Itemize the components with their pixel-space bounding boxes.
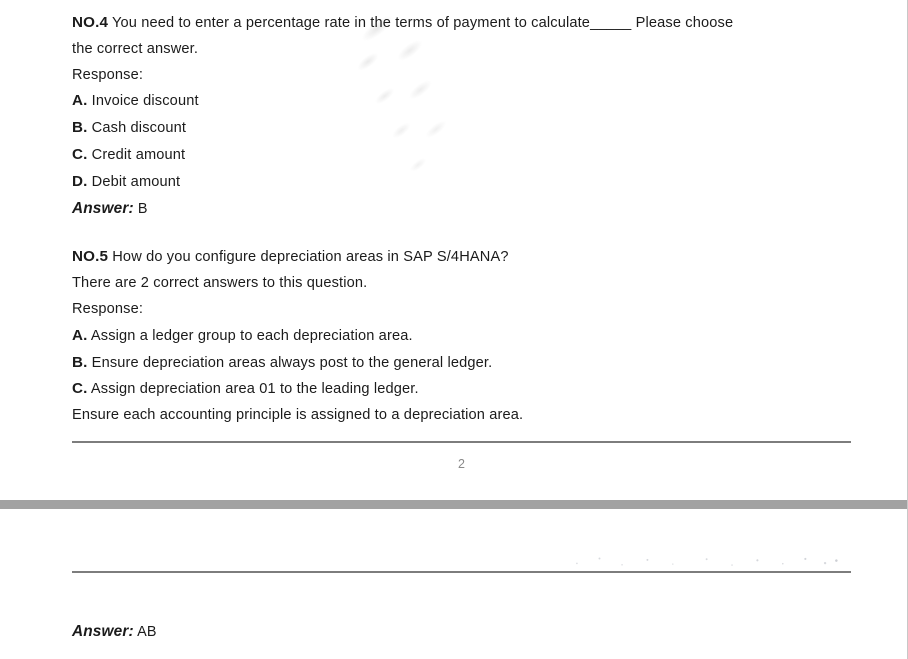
question-block: NO.5 How do you configure depreciation a… [72,244,843,429]
page-footer: 2 [72,440,851,471]
option-text: Invoice discount [87,93,199,110]
question-number: NO.4 [72,14,109,31]
option-text: Credit amount [87,146,186,163]
page-break-separator [0,500,907,509]
option-text: Assign depreciation area 01 to the leadi… [87,381,419,398]
answer-option[interactable]: C. Credit amount [72,142,843,169]
question-stem-text: You need to enter a percentage rate in t… [108,15,734,31]
answer-option[interactable]: D. Debit amount [72,169,843,196]
question-number: NO.5 [72,248,109,266]
answer-option[interactable]: B. Ensure depreciation areas always post… [72,350,843,377]
option-letter: A. [72,92,88,110]
document-page-1: NO.4 You need to enter a percentage rate… [0,0,907,471]
answer-option[interactable]: A. Invoice discount [72,88,843,115]
question-spacer [72,222,843,244]
page-header-zone [72,509,843,571]
page-2-content: Answer: AB [72,573,843,646]
answer-option[interactable]: A. Assign a ledger group to each depreci… [72,323,843,350]
header-artifact-marks [560,555,842,569]
option-letter: C. [72,380,88,398]
question-stem: NO.5 How do you configure depreciation a… [72,244,843,271]
question-block: NO.4 You need to enter a percentage rate… [72,10,843,222]
answer-option[interactable]: B. Cash discount [72,115,843,142]
answer-option[interactable]: C. Assign depreciation area 01 to the le… [72,376,843,403]
option-letter: C. [72,145,88,163]
question-stem-continuation: There are 2 correct answers to this ques… [72,275,368,292]
answer-line: Answer: B [72,196,843,223]
question-stem-text: How do you configure depreciation areas … [108,249,509,266]
answer-line: Answer: AB [72,619,843,646]
response-label: Response: [72,66,144,83]
response-label: Response: [72,300,144,317]
option-letter: D. [72,172,88,190]
answer-value: B [133,200,148,217]
option-letter: B. [72,353,88,371]
option-text: Assign a ledger group to each depreciati… [87,327,413,344]
option-text: Debit amount [87,173,181,190]
answer-value: AB [133,624,157,640]
answer-label: Answer: [72,199,134,217]
answer-label: Answer: [72,623,134,640]
document-viewer[interactable]: NO.4 You need to enter a percentage rate… [0,0,908,659]
option-trailing-line: Ensure each accounting principle is assi… [72,407,524,424]
page-number: 2 [458,456,465,471]
document-page-2: Answer: AB [0,509,907,659]
question-stem-continuation: the correct answer. [72,40,199,57]
option-text: Ensure depreciation areas always post to… [87,354,493,371]
option-letter: A. [72,326,88,344]
option-text: Cash discount [87,120,187,137]
option-letter: B. [72,119,88,137]
question-stem: NO.4 You need to enter a percentage rate… [72,10,843,37]
